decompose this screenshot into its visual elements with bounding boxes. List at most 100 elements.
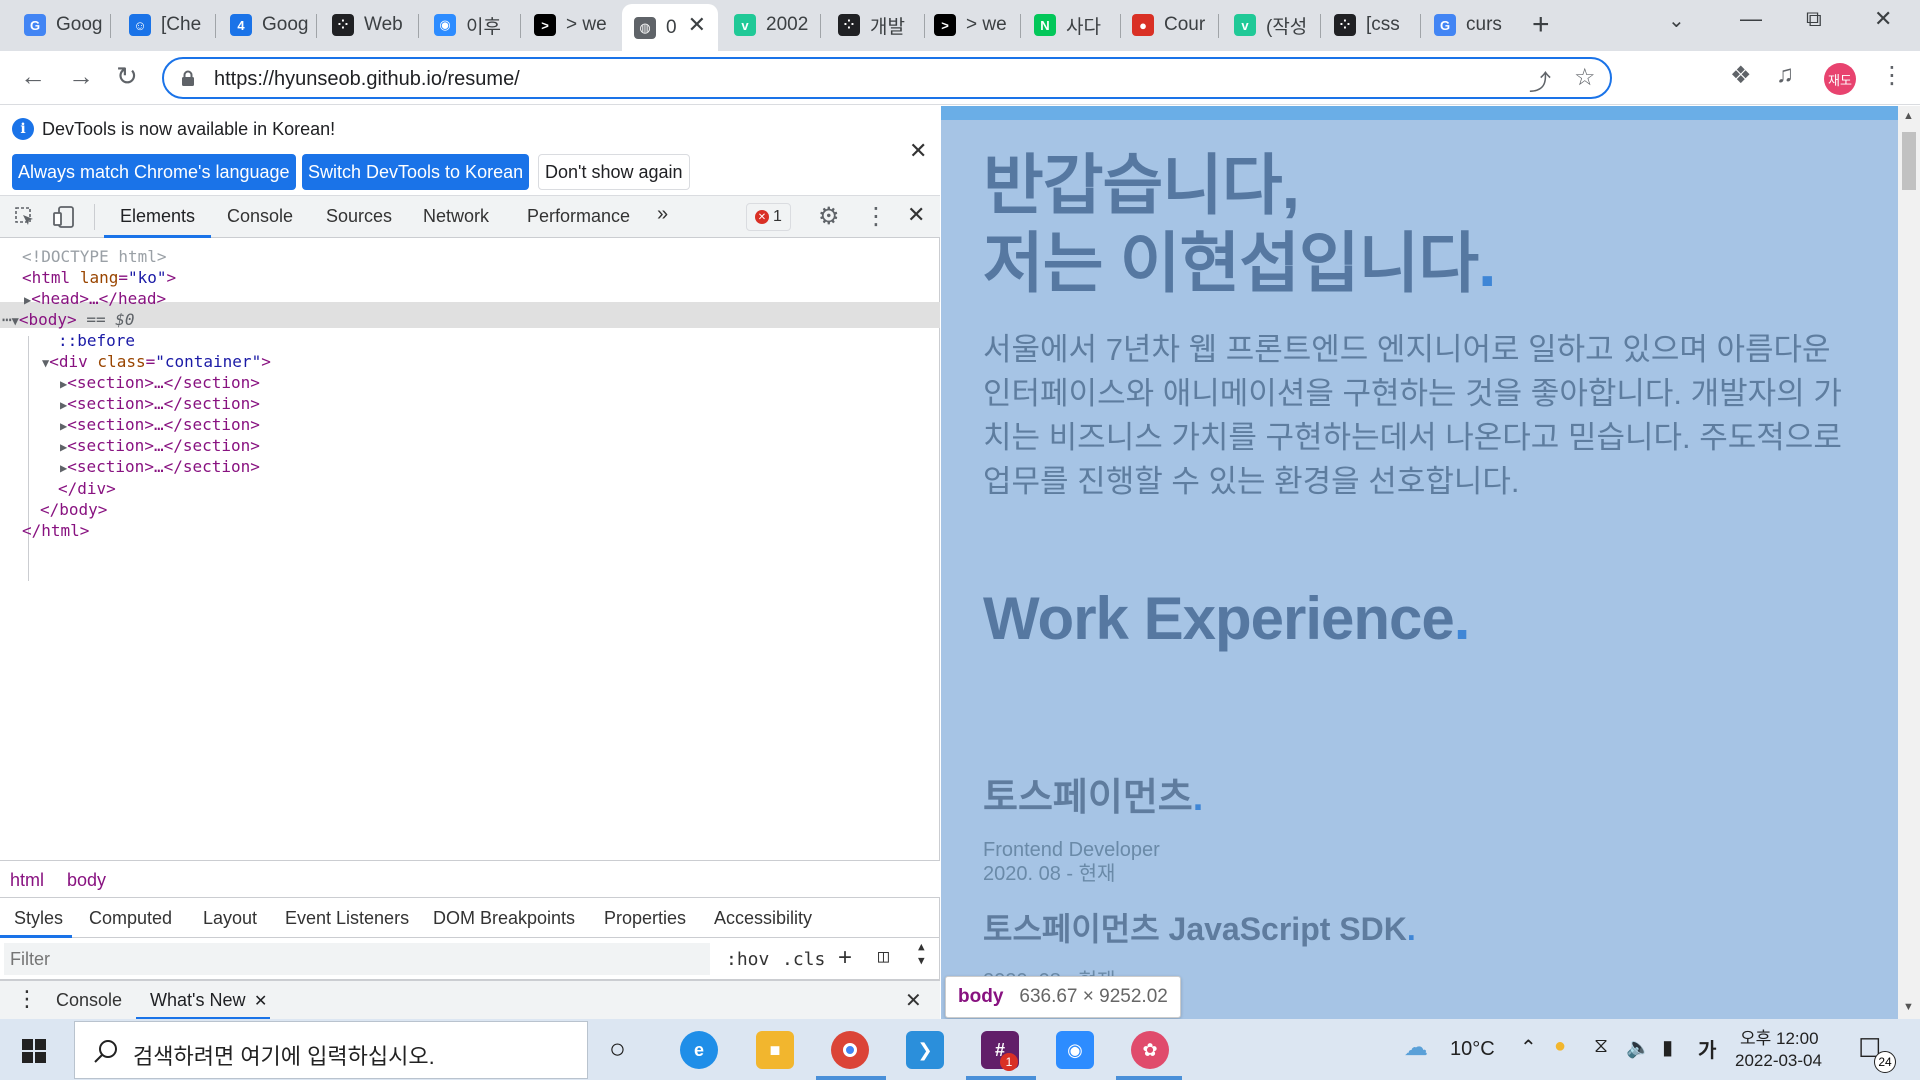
drawer-menu-kebab-icon[interactable]: ⋮ — [16, 986, 38, 1012]
tab-computed[interactable]: Computed — [89, 908, 172, 929]
share-icon[interactable]: ⤴ — [1529, 65, 1551, 97]
dom-section-node[interactable]: ▶<section>…</section> — [60, 436, 260, 455]
breadcrumb-body[interactable]: body — [67, 870, 106, 891]
tab-styles[interactable]: Styles — [14, 908, 63, 929]
reload-button[interactable]: ↻ — [116, 61, 138, 92]
puzzle-extensions-icon[interactable]: ❖ — [1730, 61, 1752, 90]
browser-tab[interactable]: Gcurs — [1422, 6, 1518, 44]
styles-filter-input[interactable] — [4, 943, 710, 975]
scroll-up-arrow-icon[interactable]: ▲ — [1903, 110, 1914, 122]
extension-ex-icon[interactable]: EX — [1635, 64, 1661, 90]
tab-sources[interactable]: Sources — [326, 206, 392, 227]
menu-kebab-icon[interactable]: ⋮ — [1880, 61, 1904, 90]
file-explorer-icon[interactable]: ■ — [756, 1031, 794, 1069]
weather-temperature[interactable]: 10°C — [1450, 1038, 1495, 1061]
tab-console[interactable]: Console — [227, 206, 293, 227]
close-drawer-tab-icon[interactable]: ✕ — [254, 991, 267, 1011]
browser-tab[interactable]: v 2002 — [722, 6, 818, 44]
extension-teal-icon[interactable]: ● — [1683, 64, 1709, 90]
dom-section-node[interactable]: ▶<section>…</section> — [60, 457, 260, 476]
back-button[interactable]: ← — [20, 61, 46, 92]
minimize-button[interactable]: — — [1740, 6, 1762, 32]
error-count-badge[interactable]: ✕ 1 — [746, 203, 791, 231]
browser-tab[interactable]: ● Cour — [1120, 6, 1216, 44]
forward-button[interactable]: → — [68, 61, 94, 92]
weather-cloud-icon[interactable]: ☁ — [1404, 1033, 1428, 1062]
hover-state-button[interactable]: :hov — [726, 949, 769, 970]
class-toggle-button[interactable]: .cls — [782, 949, 825, 970]
dom-body-close[interactable]: </body> — [40, 500, 107, 519]
taskbar-search-box[interactable]: 검색하려면 여기에 입력하십시오. — [74, 1021, 588, 1079]
collapse-triangle-icon[interactable]: ▼ — [12, 314, 19, 328]
show-hidden-icons-chevron-icon[interactable]: ⌃ — [1520, 1035, 1537, 1060]
dom-section-node[interactable]: ▶<section>…</section> — [60, 394, 260, 413]
dom-div-close[interactable]: </div> — [58, 479, 116, 498]
close-infobar-icon[interactable]: ✕ — [909, 138, 927, 164]
more-tabs-chevron-icon[interactable]: » — [657, 203, 668, 226]
settings-gear-icon[interactable]: ⚙ — [818, 202, 840, 231]
browser-tab[interactable]: ⁘ 개발 — [826, 6, 922, 44]
page-scrollbar[interactable]: ▲ ▼ — [1898, 106, 1920, 1019]
device-toolbar-icon[interactable] — [52, 205, 76, 229]
tab-search-icon[interactable]: ⌄ — [1668, 8, 1685, 33]
close-tab-icon[interactable]: ✕ — [688, 12, 706, 38]
new-style-rule-icon[interactable]: + — [838, 944, 852, 972]
browser-tab[interactable]: > > we — [922, 6, 1018, 44]
zoom-icon[interactable]: ◉ — [1056, 1031, 1094, 1069]
breadcrumb-html[interactable]: html — [10, 870, 44, 891]
switch-to-korean-button[interactable]: Switch DevTools to Korean — [302, 154, 530, 190]
restore-button[interactable]: ⧉ — [1806, 6, 1822, 32]
scroll-arrows-icon[interactable]: ▲ ▼ — [918, 940, 925, 968]
dom-body-node[interactable]: ⋯▼<body> == $0 — [2, 310, 135, 329]
chrome-icon[interactable] — [831, 1031, 869, 1069]
tab-event-listeners[interactable]: Event Listeners — [285, 908, 409, 929]
windows-start-icon[interactable] — [22, 1039, 46, 1063]
browser-tab[interactable]: G Goog — [12, 6, 108, 44]
tab-layout[interactable]: Layout — [203, 908, 257, 929]
close-drawer-icon[interactable]: ✕ — [905, 988, 922, 1013]
ime-indicator[interactable]: 가 — [1698, 1034, 1716, 1063]
drawer-tab-console[interactable]: Console — [56, 990, 122, 1011]
wifi-icon[interactable]: ⧖ — [1594, 1035, 1608, 1058]
customize-kebab-icon[interactable]: ⋮ — [864, 202, 888, 231]
tab-elements[interactable]: Elements — [120, 206, 195, 227]
close-devtools-icon[interactable]: ✕ — [907, 202, 925, 228]
always-match-language-button[interactable]: Always match Chrome's language — [12, 154, 296, 190]
toggle-sidebar-icon[interactable]: ◫ — [878, 946, 889, 967]
address-bar[interactable]: https://hyunseob.github.io/resume/ ⤴ ☆ — [162, 57, 1612, 99]
dom-section-node[interactable]: ▶<section>…</section> — [60, 373, 260, 392]
tab-dom-breakpoints[interactable]: DOM Breakpoints — [433, 908, 575, 929]
dom-html-node[interactable]: <html lang="ko"> — [22, 268, 176, 287]
browser-tab[interactable]: ⁘ Web — [320, 6, 416, 44]
edge-icon[interactable]: e — [680, 1031, 718, 1069]
dom-doctype[interactable]: <!DOCTYPE html> — [22, 247, 167, 266]
dom-before-pseudo[interactable]: ::before — [58, 331, 135, 350]
tab-accessibility[interactable]: Accessibility — [714, 908, 812, 929]
snip-tool-icon[interactable]: ✿ — [1131, 1031, 1169, 1069]
ellipsis-icon[interactable]: ⋯ — [2, 310, 12, 329]
dont-show-again-button[interactable]: Don't show again — [538, 154, 690, 190]
bookmark-star-icon[interactable]: ☆ — [1574, 63, 1596, 92]
dom-section-node[interactable]: ▶<section>…</section> — [60, 415, 260, 434]
media-control-icon[interactable]: ♫ — [1776, 61, 1794, 89]
url-text[interactable]: https://hyunseob.github.io/resume/ — [214, 68, 520, 91]
scroll-down-arrow-icon[interactable]: ▼ — [1903, 1001, 1914, 1013]
tab-properties[interactable]: Properties — [604, 908, 686, 929]
task-view-icon[interactable]: ○ — [609, 1033, 626, 1065]
browser-tab[interactable]: ⁘ [css — [1322, 6, 1418, 44]
browser-tab[interactable]: ☺ [Che — [117, 6, 213, 44]
scrollbar-thumb[interactable] — [1902, 132, 1916, 190]
battery-icon[interactable]: ▮ — [1662, 1035, 1673, 1060]
tab-network[interactable]: Network — [423, 206, 489, 227]
vscode-icon[interactable]: ❯ — [906, 1031, 944, 1069]
browser-tab[interactable]: N 사다 — [1022, 6, 1118, 44]
browser-tab[interactable]: v (작성 — [1222, 6, 1318, 44]
volume-muted-icon[interactable]: 🔈 — [1626, 1035, 1651, 1060]
drawer-tab-whats-new[interactable]: What's New — [150, 990, 245, 1011]
clock-time[interactable]: 오후 12:00 — [1740, 1024, 1819, 1049]
new-tab-button[interactable]: + — [1532, 8, 1550, 42]
profile-avatar[interactable]: 재도 — [1824, 63, 1856, 95]
close-window-button[interactable]: ✕ — [1874, 6, 1892, 32]
taskbar-search-placeholder[interactable]: 검색하려면 여기에 입력하십시오. — [133, 1039, 435, 1071]
browser-tab[interactable]: ◉ 이후 — [422, 6, 518, 44]
